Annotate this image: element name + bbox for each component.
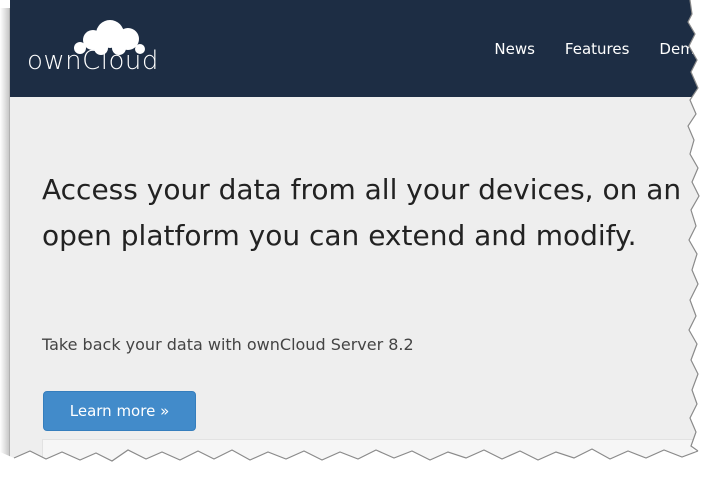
learn-more-button[interactable]: Learn more » bbox=[43, 391, 196, 431]
hero-section: Access your data from all your devices, … bbox=[10, 97, 704, 477]
brand-name: ownCloud bbox=[27, 46, 159, 76]
nav-item-features[interactable]: Features bbox=[550, 40, 645, 58]
hero-subtitle: Take back your data with ownCloud Server… bbox=[42, 335, 414, 354]
brand-logo[interactable]: ownCloud bbox=[27, 16, 167, 90]
hero-title: Access your data from all your devices, … bbox=[42, 173, 682, 252]
browser-viewport: ownCloud News Features Demo Access your … bbox=[10, 0, 704, 477]
navbar: ownCloud News Features Demo bbox=[10, 0, 704, 97]
nav-item-news[interactable]: News bbox=[479, 40, 550, 58]
main-nav: News Features Demo bbox=[479, 0, 704, 97]
nav-item-demo[interactable]: Demo bbox=[644, 40, 704, 58]
content-panel bbox=[42, 439, 704, 477]
page-shadow bbox=[0, 8, 10, 458]
